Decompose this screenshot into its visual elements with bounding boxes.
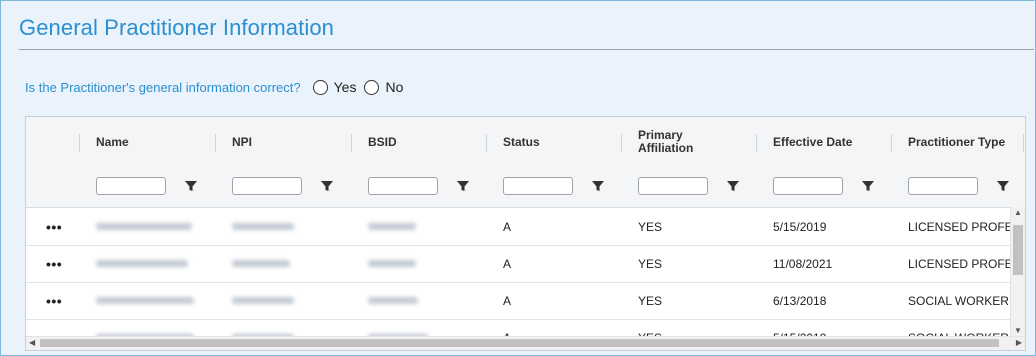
practitioner-type-cell: SOCIAL WORKER [908, 293, 1009, 308]
status-cell: A [503, 219, 512, 234]
filter-icon[interactable] [726, 179, 740, 193]
primary-affiliation-cell: YES [638, 293, 663, 308]
bsid-cell [368, 282, 418, 319]
effective-date-cell: 6/13/2018 [773, 293, 827, 308]
scroll-up-icon[interactable]: ▲ [1014, 209, 1022, 217]
filter-input-status[interactable] [503, 177, 573, 195]
column-header-npi[interactable]: NPI [232, 117, 252, 167]
scroll-down-icon[interactable]: ▼ [1014, 327, 1022, 335]
redacted-npi [232, 260, 290, 267]
effective-date-cell: 11/08/2021 [773, 256, 833, 271]
column-separator[interactable] [79, 134, 80, 152]
radio-yes[interactable]: Yes [312, 79, 357, 95]
table-row[interactable]: ••• A YES 5/15/2019 LICENSED PROFES... [26, 208, 1025, 246]
horizontal-scrollbar[interactable]: ◀ ▶ [26, 336, 1025, 350]
radio-yes-circle[interactable] [312, 79, 328, 95]
column-header-bsid[interactable]: BSID [368, 117, 397, 167]
radio-yes-label: Yes [333, 79, 357, 95]
page-title: General Practitioner Information [19, 15, 335, 40]
practitioner-type-cell: LICENSED PROFES... [908, 219, 1026, 234]
column-header-primary-affiliation[interactable]: Primary Affiliation [638, 117, 728, 167]
table-row[interactable]: ••• A YES 6/13/2018 SOCIAL WORKER [26, 282, 1011, 320]
filter-icon[interactable] [996, 179, 1010, 193]
filter-cell-name [96, 177, 198, 195]
column-separator[interactable] [891, 134, 892, 152]
radio-no[interactable]: No [364, 79, 403, 95]
row-actions-button[interactable]: ••• [46, 282, 62, 319]
practitioner-grid: Name NPI BSID Status Primary Affiliation… [25, 116, 1026, 351]
column-header-effective-date[interactable]: Effective Date [773, 117, 852, 167]
redacted-bsid [368, 260, 416, 267]
filter-icon[interactable] [184, 179, 198, 193]
redacted-npi [232, 297, 294, 304]
radio-no-label: No [385, 79, 404, 95]
filter-cell-npi [232, 177, 334, 195]
vertical-scroll-thumb[interactable] [1013, 225, 1023, 275]
column-header-name[interactable]: Name [96, 117, 129, 167]
filter-cell-practitioner-type [908, 177, 1010, 195]
npi-cell [232, 282, 294, 319]
filter-cell-bsid [368, 177, 470, 195]
redacted-bsid [368, 297, 418, 304]
redacted-name [96, 260, 188, 267]
bsid-cell [368, 245, 416, 282]
radio-no-circle[interactable] [364, 79, 380, 95]
filter-input-name[interactable] [96, 177, 166, 195]
filter-input-bsid[interactable] [368, 177, 438, 195]
status-cell: A [503, 256, 512, 271]
column-separator[interactable] [621, 134, 622, 152]
filter-cell-effective-date [773, 177, 875, 195]
column-separator[interactable] [215, 134, 216, 152]
name-cell [96, 208, 192, 245]
filter-input-effective-date[interactable] [773, 177, 843, 195]
status-cell: A [503, 293, 512, 308]
redacted-bsid [368, 223, 416, 230]
column-separator[interactable] [486, 134, 487, 152]
redacted-name [96, 223, 192, 230]
question-text: Is the Practitioner's general informatio… [25, 79, 301, 95]
column-separator[interactable] [1023, 134, 1024, 152]
primary-affiliation-cell: YES [638, 256, 663, 271]
horizontal-scroll-thumb[interactable] [40, 339, 999, 347]
filter-input-primary-affiliation[interactable] [638, 177, 708, 195]
filter-icon[interactable] [591, 179, 605, 193]
question-row: Is the Practitioner's general informatio… [25, 77, 403, 97]
filter-cell-primary-affiliation [638, 177, 740, 195]
practitioner-panel: General Practitioner Information Is the … [0, 0, 1036, 356]
practitioner-type-cell: LICENSED PROFES... [908, 256, 1026, 271]
filter-icon[interactable] [456, 179, 470, 193]
name-cell [96, 282, 194, 319]
effective-date-cell: 5/15/2019 [773, 219, 827, 234]
filter-row [26, 167, 1025, 208]
column-separator[interactable] [351, 134, 352, 152]
primary-affiliation-cell: YES [638, 219, 663, 234]
filter-input-npi[interactable] [232, 177, 302, 195]
column-header-status[interactable]: Status [503, 117, 540, 167]
redacted-name [96, 297, 194, 304]
filter-cell-status [503, 177, 605, 195]
row-actions-button[interactable]: ••• [46, 208, 62, 245]
row-actions-button[interactable]: ••• [46, 245, 62, 282]
filter-icon[interactable] [320, 179, 334, 193]
npi-cell [232, 208, 294, 245]
npi-cell [232, 245, 290, 282]
scroll-left-icon[interactable]: ◀ [29, 339, 35, 347]
name-cell [96, 245, 188, 282]
column-separator[interactable] [756, 134, 757, 152]
column-header-practitioner-type[interactable]: Practitioner Type [908, 117, 1005, 167]
title-divider [19, 49, 1034, 50]
vertical-scrollbar[interactable]: ▲ ▼ [1010, 207, 1025, 337]
filter-input-practitioner-type[interactable] [908, 177, 978, 195]
table-row[interactable]: ••• A YES 11/08/2021 LICENSED PROFES... [26, 245, 1025, 283]
filter-icon[interactable] [861, 179, 875, 193]
grid-header: Name NPI BSID Status Primary Affiliation… [26, 117, 1025, 168]
bsid-cell [368, 208, 416, 245]
redacted-npi [232, 223, 294, 230]
scroll-right-icon[interactable]: ▶ [1016, 339, 1022, 347]
